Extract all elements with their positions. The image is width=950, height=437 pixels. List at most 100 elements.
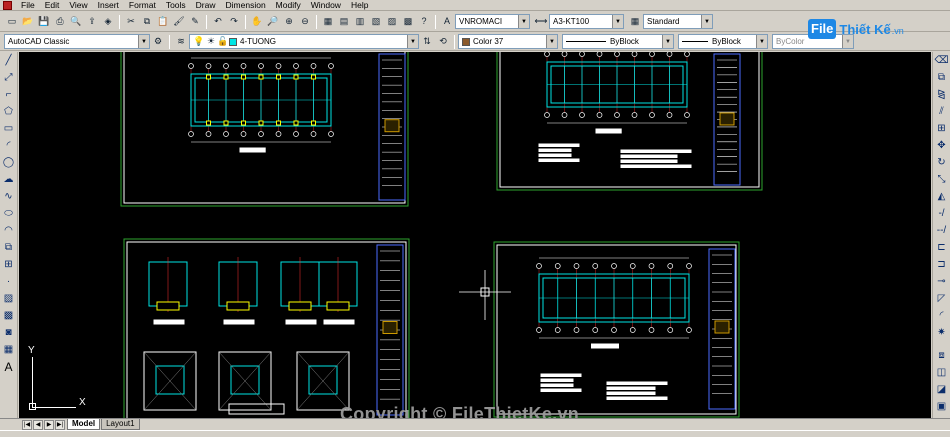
design-center-icon[interactable]: ▤ bbox=[337, 15, 351, 29]
text-style-dropdown[interactable]: VNROMACI ▼ bbox=[455, 14, 530, 29]
layer-previous-icon[interactable]: ⟲ bbox=[436, 35, 450, 49]
point-icon[interactable]: · bbox=[2, 275, 16, 288]
menu-draw[interactable]: Draw bbox=[191, 0, 221, 10]
pan-icon[interactable]: ✋ bbox=[250, 15, 264, 29]
workspace-dropdown[interactable]: AutoCAD Classic ▼ bbox=[4, 34, 150, 49]
copy-object-icon[interactable]: ⧉ bbox=[935, 71, 949, 84]
print-icon[interactable]: ⎙ bbox=[53, 15, 67, 29]
menu-file[interactable]: File bbox=[16, 0, 40, 10]
break-icon[interactable]: ⊐ bbox=[935, 258, 949, 271]
table-style-dropdown[interactable]: Standard ▼ bbox=[643, 14, 713, 29]
mirror-icon[interactable]: ⧎ bbox=[935, 88, 949, 101]
bring-above-icon[interactable]: ▣ bbox=[935, 400, 949, 413]
move-icon[interactable]: ✥ bbox=[935, 139, 949, 152]
lineweight-dropdown[interactable]: ByBlock ▼ bbox=[678, 34, 768, 49]
revision-cloud-icon[interactable]: ☁ bbox=[2, 173, 16, 186]
3d-dwf-icon[interactable]: ◈ bbox=[101, 15, 115, 29]
text-style-icon[interactable]: A bbox=[440, 15, 454, 29]
dimension-style-icon[interactable]: ⟷ bbox=[534, 15, 548, 29]
table-icon[interactable]: ▦ bbox=[2, 343, 16, 356]
ellipse-arc-icon[interactable]: ◠ bbox=[2, 224, 16, 237]
menu-format[interactable]: Format bbox=[124, 0, 161, 10]
prev-tab-icon[interactable]: ◀ bbox=[33, 419, 43, 430]
break-at-point-icon[interactable]: ⊏ bbox=[935, 241, 949, 254]
next-tab-icon[interactable]: ▶ bbox=[44, 419, 54, 430]
cut-icon[interactable]: ✂ bbox=[124, 15, 138, 29]
menu-view[interactable]: View bbox=[64, 0, 92, 10]
match-properties-icon[interactable]: 🖌 bbox=[172, 15, 186, 29]
extend-icon[interactable]: --/ bbox=[935, 224, 949, 237]
plot-preview-icon[interactable]: 🔍 bbox=[69, 15, 83, 29]
open-folder-icon[interactable]: 📂 bbox=[21, 15, 35, 29]
block-editor-icon[interactable]: ✎ bbox=[188, 15, 202, 29]
menu-modify[interactable]: Modify bbox=[271, 0, 306, 10]
save-icon[interactable]: 💾 bbox=[37, 15, 51, 29]
ellipse-icon[interactable]: ⬭ bbox=[2, 207, 16, 220]
dimension-style-dropdown[interactable]: A3-KT100 ▼ bbox=[549, 14, 624, 29]
tab-layout1[interactable]: Layout1 bbox=[101, 419, 140, 430]
send-to-back-icon[interactable]: ◪ bbox=[935, 383, 949, 396]
make-object-layer-current-icon[interactable]: ⇅ bbox=[420, 35, 434, 49]
properties-icon[interactable]: ▦ bbox=[321, 15, 335, 29]
insert-block-icon[interactable]: ⧉ bbox=[2, 241, 16, 254]
gradient-icon[interactable]: ▩ bbox=[2, 309, 16, 322]
first-tab-icon[interactable]: |◀ bbox=[22, 419, 32, 430]
construction-line-icon[interactable]: ⤢ bbox=[2, 71, 16, 84]
tab-model[interactable]: Model bbox=[67, 419, 101, 430]
make-block-icon[interactable]: ⊞ bbox=[2, 258, 16, 271]
last-tab-icon[interactable]: ▶| bbox=[55, 419, 65, 430]
calculator-icon[interactable]: ▩ bbox=[401, 15, 415, 29]
menu-dimension[interactable]: Dimension bbox=[221, 0, 271, 10]
color-dropdown[interactable]: Color 37 ▼ bbox=[458, 34, 558, 49]
stretch-icon[interactable]: ◭ bbox=[935, 190, 949, 203]
polyline-icon[interactable]: ⌐ bbox=[2, 88, 16, 101]
autocad-app-icon[interactable] bbox=[3, 0, 12, 10]
rotate-icon[interactable]: ↻ bbox=[935, 156, 949, 169]
line-icon[interactable]: ╱ bbox=[2, 54, 16, 67]
publish-icon[interactable]: ⇪ bbox=[85, 15, 99, 29]
copy-icon[interactable]: ⧉ bbox=[140, 15, 154, 29]
zoom-window-icon[interactable]: ⊕ bbox=[282, 15, 296, 29]
explode-icon[interactable]: ✷ bbox=[935, 326, 949, 339]
linetype-dropdown[interactable]: ByBlock ▼ bbox=[562, 34, 674, 49]
draw-order-icon[interactable]: ⧈ bbox=[935, 349, 949, 362]
spline-icon[interactable]: ∿ bbox=[2, 190, 16, 203]
fillet-icon[interactable]: ◜ bbox=[935, 309, 949, 322]
drawing-canvas[interactable] bbox=[19, 52, 931, 418]
undo-icon[interactable]: ↶ bbox=[211, 15, 225, 29]
grid-bubble bbox=[649, 112, 655, 118]
menu-edit[interactable]: Edit bbox=[40, 0, 65, 10]
join-icon[interactable]: ⊸ bbox=[935, 275, 949, 288]
offset-icon[interactable]: ⫽ bbox=[935, 105, 949, 118]
array-icon[interactable]: ⊞ bbox=[935, 122, 949, 135]
layer-dropdown[interactable]: 💡 ☀ 🔓 4-TUONG ▼ bbox=[189, 34, 419, 49]
redo-icon[interactable]: ↷ bbox=[227, 15, 241, 29]
tool-palettes-icon[interactable]: ▥ bbox=[353, 15, 367, 29]
paste-icon[interactable]: 📋 bbox=[156, 15, 170, 29]
polygon-icon[interactable]: ⬠ bbox=[2, 105, 16, 118]
table-style-icon[interactable]: ▦ bbox=[628, 15, 642, 29]
new-file-icon[interactable]: ▭ bbox=[5, 15, 19, 29]
arc-icon[interactable]: ◜ bbox=[2, 139, 16, 152]
zoom-realtime-icon[interactable]: 🔎 bbox=[266, 15, 280, 29]
circle-icon[interactable]: ◯ bbox=[2, 156, 16, 169]
erase-icon[interactable]: ⌫ bbox=[934, 54, 948, 67]
menu-insert[interactable]: Insert bbox=[93, 0, 124, 10]
rectangle-icon[interactable]: ▭ bbox=[2, 122, 16, 135]
workspace-settings-icon[interactable]: ⚙ bbox=[151, 35, 165, 49]
help-icon[interactable]: ? bbox=[417, 15, 431, 29]
layer-manager-icon[interactable]: ≋ bbox=[174, 35, 188, 49]
sheet-set-icon[interactable]: ▧ bbox=[369, 15, 383, 29]
trim-icon[interactable]: -/ bbox=[935, 207, 949, 220]
menu-tools[interactable]: Tools bbox=[161, 0, 191, 10]
multiline-text-icon[interactable]: A bbox=[2, 360, 16, 373]
zoom-previous-icon[interactable]: ⊖ bbox=[298, 15, 312, 29]
region-icon[interactable]: ◙ bbox=[2, 326, 16, 339]
hatch-icon[interactable]: ▨ bbox=[2, 292, 16, 305]
scale-icon[interactable]: ⤡ bbox=[935, 173, 949, 186]
menu-window[interactable]: Window bbox=[306, 0, 346, 10]
markup-icon[interactable]: ▨ bbox=[385, 15, 399, 29]
menu-help[interactable]: Help bbox=[346, 0, 373, 10]
chamfer-icon[interactable]: ◸ bbox=[935, 292, 949, 305]
bring-to-front-icon[interactable]: ◫ bbox=[935, 366, 949, 379]
